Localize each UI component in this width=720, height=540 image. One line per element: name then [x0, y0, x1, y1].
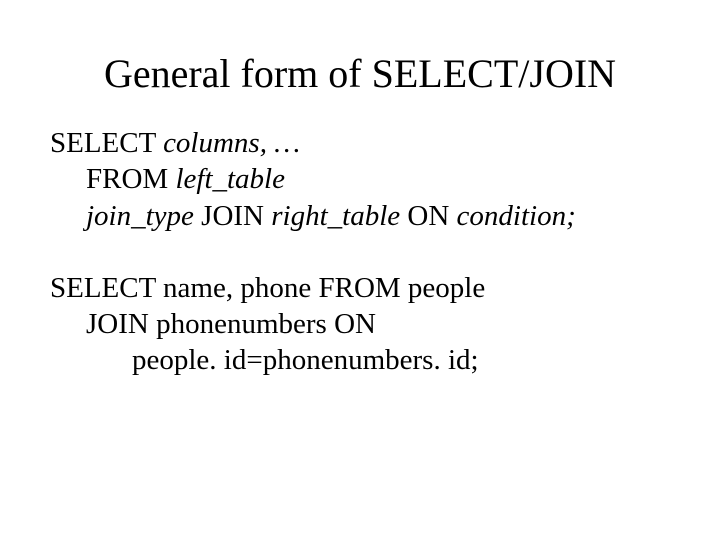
example-line-2: JOIN phonenumbers ON	[50, 306, 670, 342]
arg-columns: columns, …	[163, 127, 300, 159]
keyword-join: JOIN	[194, 200, 271, 232]
arg-left-table: left_table	[175, 163, 285, 195]
syntax-line-select: SELECT columns, …	[50, 125, 670, 161]
keyword-from: FROM	[86, 163, 175, 195]
syntax-line-from: FROM left_table	[50, 161, 670, 197]
slide-body: SELECT columns, … FROM left_table join_t…	[50, 125, 670, 379]
example-line-3: people. id=phonenumbers. id;	[50, 342, 670, 378]
arg-right-table: right_table	[271, 200, 400, 232]
slide-title: General form of SELECT/JOIN	[50, 50, 670, 97]
keyword-on: ON	[400, 200, 456, 232]
keyword-select: SELECT	[50, 127, 163, 159]
arg-join-type: join_type	[86, 200, 194, 232]
arg-condition: condition;	[457, 200, 576, 232]
syntax-line-join: join_type JOIN right_table ON condition;	[50, 198, 670, 234]
example-line-1: SELECT name, phone FROM people	[50, 270, 670, 306]
